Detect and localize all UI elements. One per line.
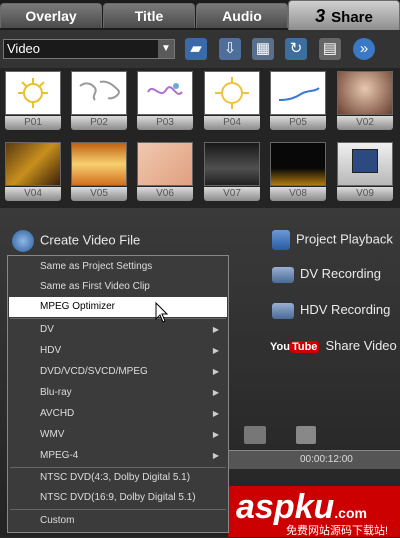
menu-divider <box>10 509 226 510</box>
thumbnail-label: V08 <box>270 187 326 201</box>
youtube-logo: You Tube <box>270 341 320 353</box>
tab-share-step-number: 3 <box>315 6 326 26</box>
thumbnail-image[interactable] <box>270 71 326 115</box>
share-video-online-option[interactable]: YouTube Share Video O <box>270 338 400 353</box>
thumbnail-label: P04 <box>204 116 260 130</box>
scribble-icon <box>147 83 183 95</box>
chevron-down-icon[interactable]: ▼ <box>158 40 174 58</box>
create-video-file-option[interactable]: Create Video File <box>12 230 140 252</box>
playback-icon <box>272 230 290 250</box>
menu-item-dvd-vcd[interactable]: DVD/VCD/SVCD/MPEG ▶ <box>9 362 227 382</box>
submenu-arrow-icon: ▶ <box>212 388 219 397</box>
library-toolbar: Video ▼ ▰ ⇩ ▦ ↻ ▤ » <box>0 30 400 68</box>
submenu-arrow-icon: ▶ <box>212 451 219 460</box>
dv-recording-option[interactable]: DV Recording <box>272 266 381 283</box>
timeline-ruler[interactable]: 00:00:12:00 <box>228 450 400 469</box>
menu-item-custom[interactable]: Custom <box>9 511 227 531</box>
submenu-arrow-icon: ▶ <box>212 325 219 334</box>
grid-view-icon[interactable]: ▦ <box>252 38 274 60</box>
tab-audio[interactable]: Audio <box>196 3 288 28</box>
thumbnail-label: V06 <box>137 187 193 201</box>
tab-audio-label: Audio <box>222 8 262 24</box>
sun-face-icon <box>215 77 249 109</box>
submenu-arrow-icon: ▶ <box>212 367 219 376</box>
thumbnail-video[interactable] <box>270 142 326 186</box>
create-video-file-label: Create Video File <box>40 232 141 248</box>
thumbnail-label: P01 <box>5 116 61 130</box>
tab-title-label: Title <box>134 8 164 24</box>
submenu-arrow-icon: ▶ <box>212 346 219 355</box>
menu-item-ntsc-dvd-16-9[interactable]: NTSC DVD(16:9, Dolby Digital 5.1) <box>9 488 227 508</box>
menu-item-hdv[interactable]: HDV ▶ <box>9 341 227 361</box>
thumbnail-label: V07 <box>204 187 260 201</box>
create-video-format-menu: Same as Project Settings Same as First V… <box>7 255 229 533</box>
media-type-value: Video <box>7 41 41 56</box>
menu-item-mpeg4[interactable]: MPEG-4 ▶ <box>9 446 227 466</box>
watermark-tagline: 免费网站源码下载站! <box>286 525 389 537</box>
thumbnail-image[interactable] <box>137 71 193 115</box>
thumbnail-video[interactable] <box>137 142 193 186</box>
thumbnail-label: P02 <box>71 116 127 130</box>
tab-bar: Overlay Title Audio 3 Share <box>0 0 400 30</box>
library-manager-icon[interactable]: ▤ <box>319 38 341 60</box>
menu-item-mpeg-optimizer[interactable]: MPEG Optimizer <box>9 297 227 317</box>
clip-track-icon[interactable] <box>296 426 316 444</box>
media-type-select[interactable]: Video ▼ <box>3 39 175 59</box>
sun-sketch-icon <box>18 78 48 108</box>
watermark-banner: aspku.com 免费网站源码下载站! <box>228 486 400 537</box>
project-playback-label: Project Playback <box>296 231 393 247</box>
expand-options-icon[interactable]: » <box>353 38 375 60</box>
monitor-icon <box>352 149 378 173</box>
hdv-recording-option[interactable]: HDV Recording <box>272 302 390 319</box>
tab-title[interactable]: Title <box>103 3 195 28</box>
audio-track-icon[interactable] <box>244 426 266 444</box>
camcorder-icon <box>272 302 294 319</box>
tab-overlay-label: Overlay <box>25 8 77 24</box>
thumbnail-video[interactable] <box>71 142 127 186</box>
thumbnail-label: V09 <box>337 187 393 201</box>
menu-item-same-as-project[interactable]: Same as Project Settings <box>9 257 227 277</box>
timeline-timecode: 00:00:12:00 <box>300 454 353 465</box>
refresh-icon[interactable]: ↻ <box>285 38 307 60</box>
project-playback-option[interactable]: Project Playback <box>272 230 393 250</box>
thumbnail-video[interactable] <box>337 142 393 186</box>
menu-item-avchd[interactable]: AVCHD ▶ <box>9 404 227 424</box>
import-icon[interactable]: ⇩ <box>219 38 241 60</box>
tab-share[interactable]: 3 Share <box>288 0 400 30</box>
thumbnail-video[interactable] <box>204 142 260 186</box>
folder-open-icon[interactable]: ▰ <box>185 38 207 60</box>
thumbnail-image[interactable] <box>5 71 61 115</box>
mouse-cursor-icon <box>155 302 169 323</box>
submenu-arrow-icon: ▶ <box>212 409 219 418</box>
thumbnail-label: V04 <box>5 187 61 201</box>
submenu-arrow-icon: ▶ <box>212 430 219 439</box>
menu-item-dv[interactable]: DV ▶ <box>9 320 227 340</box>
camcorder-icon <box>272 266 294 283</box>
menu-item-ntsc-dvd-4-3[interactable]: NTSC DVD(4:3, Dolby Digital 5.1) <box>9 468 227 488</box>
menu-divider <box>10 318 226 319</box>
thumbnail-library: P01 P02 P03 P04 P05 V02 V04 V05 V06 V07 … <box>0 68 400 208</box>
thumbnail-image[interactable] <box>204 71 260 115</box>
thumbnail-label: V05 <box>71 187 127 201</box>
menu-item-wmv[interactable]: WMV ▶ <box>9 425 227 445</box>
world-map-icon <box>79 80 120 101</box>
menu-item-same-as-first-clip[interactable]: Same as First Video Clip <box>9 277 227 297</box>
dv-recording-label: DV Recording <box>300 266 381 281</box>
thumbnail-label: P05 <box>270 116 326 130</box>
tab-share-label: Share <box>331 9 373 26</box>
swirl-icon <box>278 87 320 101</box>
menu-item-blu-ray[interactable]: Blu-ray ▶ <box>9 383 227 403</box>
hdv-recording-label: HDV Recording <box>300 302 391 317</box>
share-video-online-label: Share Video O <box>325 338 400 353</box>
thumbnail-image[interactable] <box>71 71 127 115</box>
thumbnail-label: P03 <box>137 116 193 130</box>
thumbnail-label: V02 <box>337 116 393 130</box>
film-reel-icon <box>12 230 34 252</box>
thumbnail-video[interactable] <box>5 142 61 186</box>
tab-overlay[interactable]: Overlay <box>0 3 102 28</box>
thumbnail-video[interactable] <box>337 71 393 115</box>
